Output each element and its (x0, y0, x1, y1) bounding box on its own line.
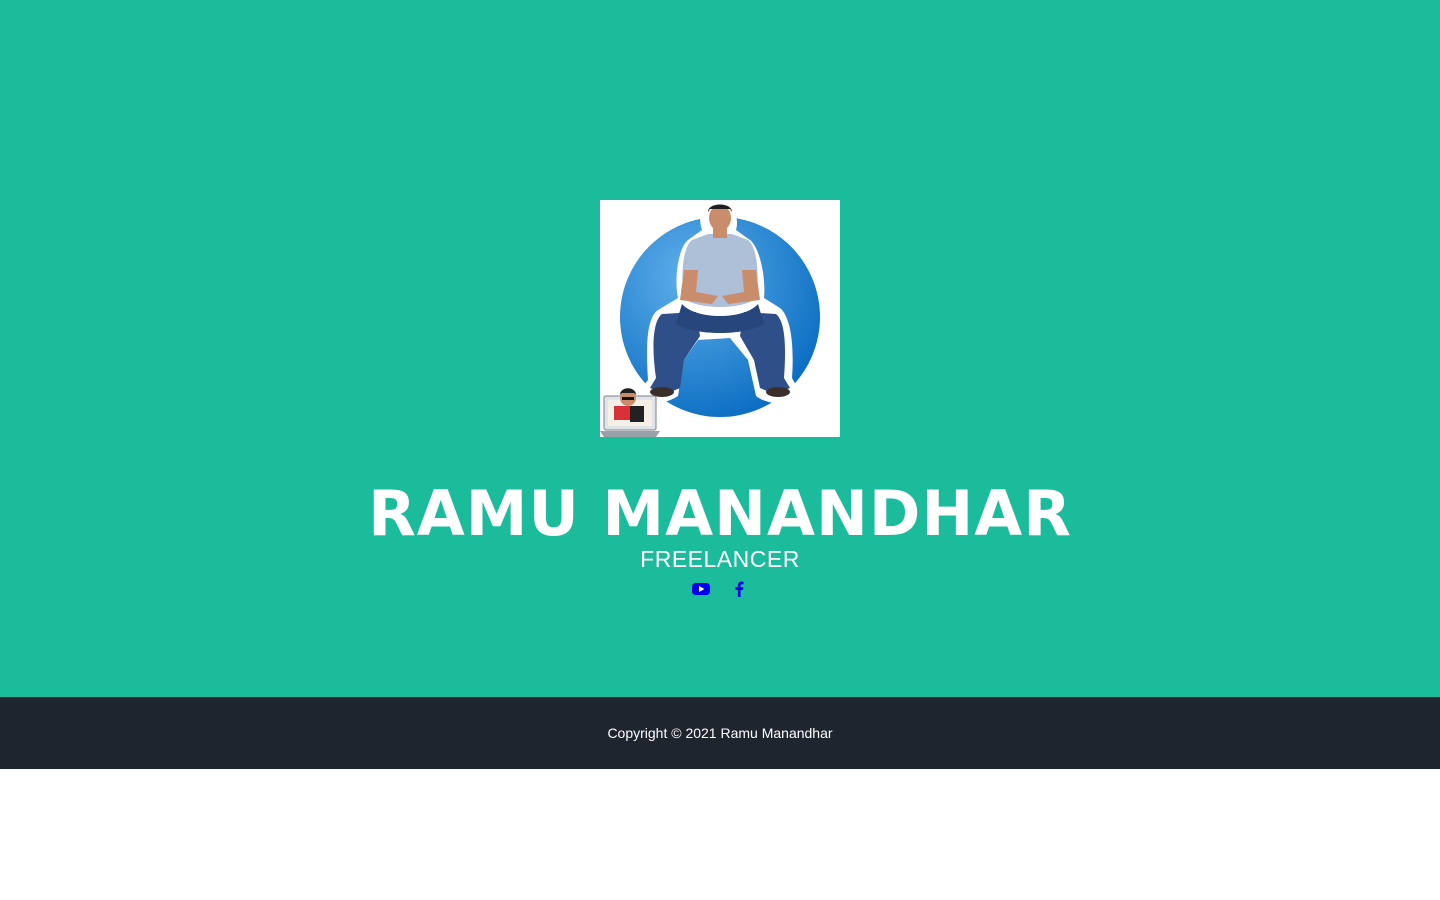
facebook-icon (735, 581, 744, 597)
youtube-icon (692, 583, 710, 595)
social-links (0, 578, 1440, 600)
profile-photo (600, 200, 840, 437)
youtube-link[interactable] (692, 578, 710, 600)
copyright-text: Copyright © 2021 Ramu Manandhar (607, 725, 833, 741)
profile-avatar (600, 200, 840, 437)
profile-title: FREELANCER (640, 546, 800, 572)
facebook-link[interactable] (730, 578, 748, 600)
laptop-sticker (600, 388, 660, 437)
profile-name: RAMU MANANDHAR (368, 477, 1072, 550)
footer: Copyright © 2021 Ramu Manandhar (0, 697, 1440, 769)
hero-section: RAMU MANANDHAR FREELANCER (0, 0, 1440, 697)
